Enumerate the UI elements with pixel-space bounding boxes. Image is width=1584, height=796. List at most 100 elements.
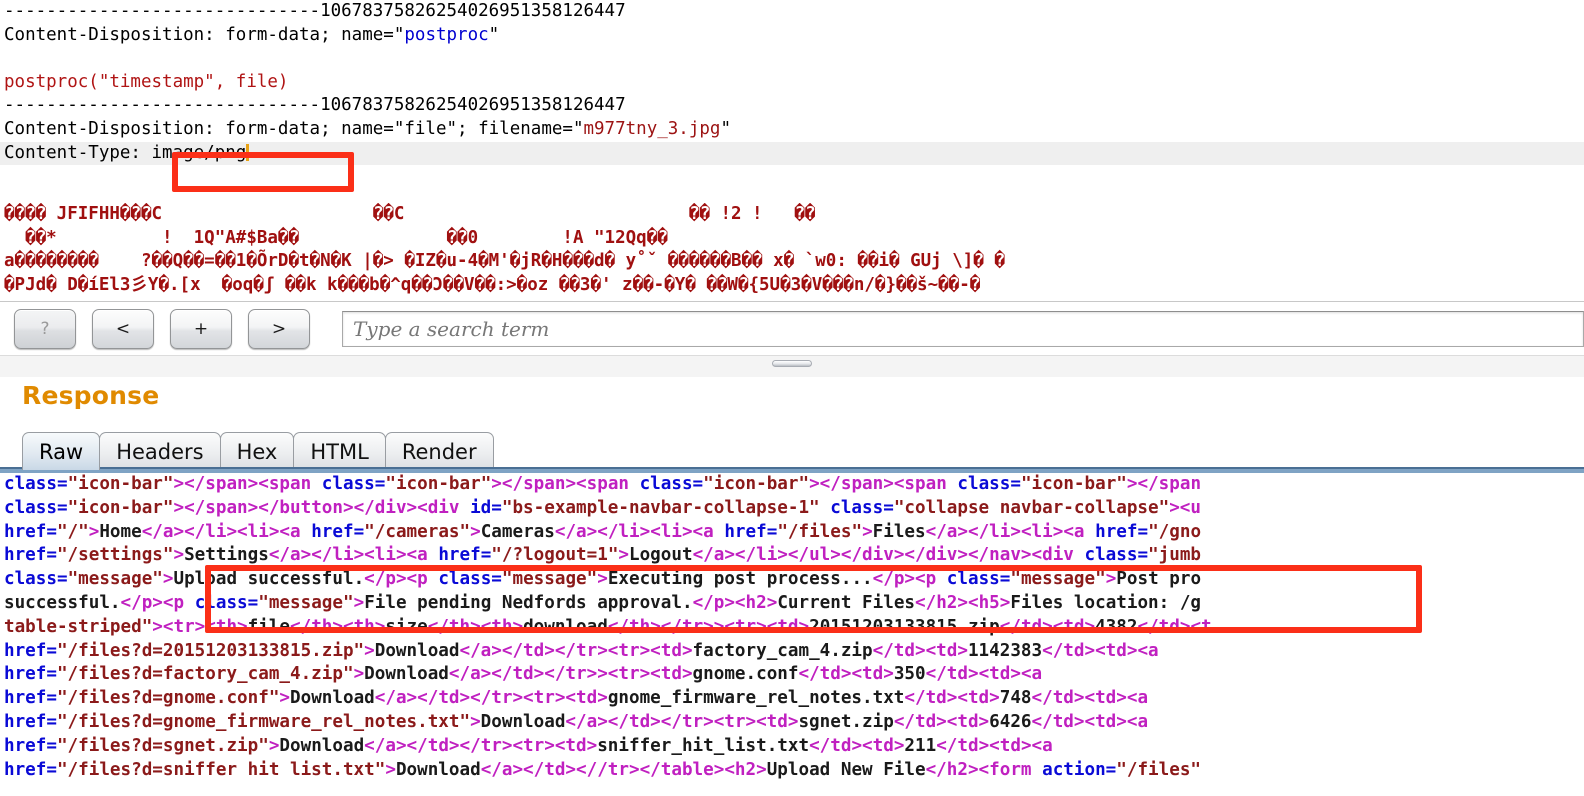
response-token: 350 xyxy=(893,664,926,685)
add-button[interactable]: + xyxy=(170,308,232,349)
request-token: m977tny_3.jpg xyxy=(583,118,721,139)
response-token: </a></li><li><a xyxy=(554,521,725,542)
tab-html[interactable]: HTML xyxy=(293,432,386,470)
response-line-5: successful.</p><p class="message">File p… xyxy=(4,592,1584,616)
response-token: 211 xyxy=(904,735,937,756)
response-token: class= xyxy=(4,474,68,494)
response-token: <tr><td> xyxy=(607,640,693,661)
response-token: href= xyxy=(4,545,57,566)
response-token xyxy=(820,498,831,518)
response-token: "/" xyxy=(56,521,89,542)
tab-raw[interactable]: Raw xyxy=(22,432,101,470)
response-token: class= xyxy=(4,569,68,590)
response-token: Download xyxy=(480,711,566,732)
next-button[interactable]: > xyxy=(248,308,310,349)
tab-hex[interactable]: Hex xyxy=(219,432,295,470)
binary-line-1: ��* ! 1Q"A#$Ba�� ��0 !A "12Qq�� xyxy=(4,227,668,248)
response-token: Current Files xyxy=(777,592,916,613)
response-line-3: href="/settings">Settings</a></li><li><a… xyxy=(4,544,1584,568)
request-token: " xyxy=(720,118,731,139)
response-token: > xyxy=(279,688,291,709)
response-line-2: href="/">Home</a></li><li><a href="/came… xyxy=(4,521,1584,545)
response-token: href= xyxy=(4,664,57,685)
response-token: Files xyxy=(872,521,926,542)
tab-headers[interactable]: Headers xyxy=(99,432,221,470)
request-token: Content-Disposition: form-data; name=" xyxy=(4,24,405,45)
search-input[interactable]: Type a search term xyxy=(342,310,1584,347)
response-token: href= xyxy=(311,521,365,542)
response-line-9: href="/files?d=gnome.conf">Download</a><… xyxy=(4,687,1584,711)
response-token: "/gno xyxy=(1148,521,1202,542)
response-token: "collapse navbar-collapse" xyxy=(893,497,1170,518)
burp-repeater-window: ------------------------------1067837582… xyxy=(0,0,1584,796)
request-text-lines[interactable]: ------------------------------1067837582… xyxy=(0,0,1584,166)
response-token: > xyxy=(353,592,365,613)
response-token: "message" xyxy=(1010,569,1106,590)
response-token: Files location: /g xyxy=(1010,592,1202,613)
request-token: " xyxy=(488,24,500,45)
response-section-header: Response xyxy=(0,377,1584,425)
response-token: 4382 xyxy=(1095,616,1138,637)
response-token: ></span><span xyxy=(491,474,640,494)
response-token: "/files" xyxy=(777,521,863,542)
response-token: "/files?d=gnome.conf" xyxy=(56,688,280,709)
response-token: href= xyxy=(4,521,57,542)
response-token: </td><t xyxy=(1137,616,1212,637)
response-token: "message" xyxy=(67,569,163,590)
response-token: href= xyxy=(4,640,57,661)
response-token: Home xyxy=(99,521,142,542)
request-raw-pane[interactable]: ------------------------------1067837582… xyxy=(0,0,1584,300)
response-token: </h2><h5> xyxy=(915,592,1011,613)
response-token: </a xyxy=(565,711,598,732)
prev-button[interactable]: < xyxy=(92,308,154,349)
help-button[interactable]: ? xyxy=(14,308,76,349)
binary-line-0: ���� JFIFHH���C ��C �� !2 ! �� xyxy=(4,204,816,224)
response-token: > xyxy=(470,521,481,542)
response-token: </a></td></tr><tr><td xyxy=(374,688,598,709)
response-line-8: href="/files?d=factory_cam_4.zip">Downlo… xyxy=(4,663,1584,687)
response-line-11: href="/files?d=sgnet.zip">Download</a></… xyxy=(4,735,1584,759)
response-token: > xyxy=(268,735,280,756)
response-token: class= xyxy=(830,497,894,518)
response-token: "icon-bar" xyxy=(1020,474,1127,494)
response-token: Download xyxy=(279,735,365,756)
response-line-6: table-striped"><tr><th>file</th><th>size… xyxy=(4,616,1584,640)
response-token: href= xyxy=(724,521,778,542)
response-token: class= xyxy=(4,497,68,518)
response-token: ></span><span xyxy=(809,474,958,494)
response-token: > xyxy=(162,569,174,590)
response-token: file xyxy=(247,616,291,637)
pane-splitter[interactable] xyxy=(0,355,1584,377)
splitter-grip-handle[interactable] xyxy=(772,360,812,367)
response-token: table-striped" xyxy=(4,616,153,637)
response-token: </td><td><a xyxy=(1031,688,1149,709)
binary-line-3: �PJd� D�íEl3彡Y�.[x �oq�ʃ ��k k���b�^q��Ɔ… xyxy=(4,274,981,295)
response-line-7: href="/files?d=20151203133815.zip">Downl… xyxy=(4,640,1584,664)
request-token: Content-Type: image/png xyxy=(4,142,247,163)
response-token: Executing post process... xyxy=(607,569,873,590)
response-token: > xyxy=(862,521,873,542)
response-token: 748 xyxy=(999,688,1032,709)
response-line-10: href="/files?d=gnome_firmware_rel_notes.… xyxy=(4,711,1584,735)
response-token: </td><td><a xyxy=(925,664,1043,685)
response-text-lines[interactable]: class="icon-bar"></span><span class="ico… xyxy=(4,473,1584,782)
response-token: </th><th> xyxy=(290,616,386,637)
response-token: Download xyxy=(374,640,460,661)
response-token: </th><th> xyxy=(427,616,524,637)
tab-render[interactable]: Render xyxy=(384,432,494,470)
response-token: </a></li><li><a xyxy=(141,521,312,542)
response-token: "/files" xyxy=(1116,759,1202,780)
response-token: Settings xyxy=(184,545,269,566)
response-token: download xyxy=(523,616,608,637)
response-raw-body[interactable]: class="icon-bar"></span><span class="ico… xyxy=(0,473,1584,796)
search-input-placeholder: Type a search term xyxy=(353,316,550,341)
response-token: class= xyxy=(946,569,1011,590)
response-token: > xyxy=(470,711,481,732)
response-token: </td><td> xyxy=(872,640,968,661)
response-token: > xyxy=(353,664,365,685)
response-tabstrip[interactable]: Raw Headers Hex HTML Render xyxy=(0,428,1584,470)
request-line-content-type-line: Content-Type: image/png xyxy=(0,141,1584,166)
response-token: /tr></table><h2> xyxy=(597,759,767,780)
response-token: sniffer_hit_list.txt xyxy=(597,735,810,756)
response-token: </p><p xyxy=(364,569,439,590)
